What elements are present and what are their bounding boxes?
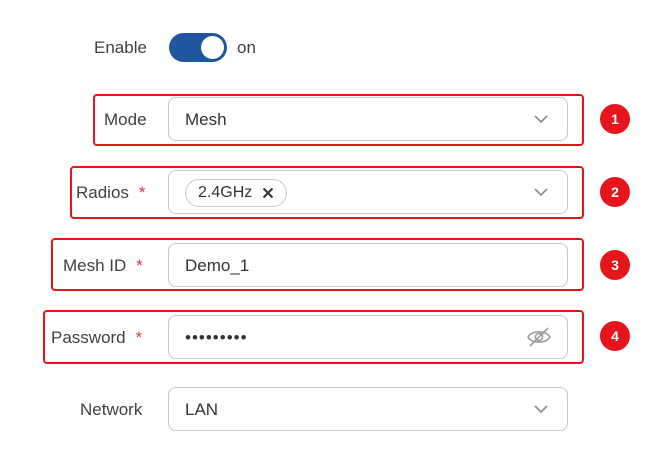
network-label: Network: [80, 400, 143, 419]
chevron-down-icon: [534, 405, 548, 414]
mode-select[interactable]: Mesh: [168, 97, 568, 141]
mode-label: Mode: [104, 110, 147, 129]
password-value: •••••••••: [185, 328, 248, 347]
required-mark: *: [138, 183, 146, 202]
eye-off-icon[interactable]: [526, 325, 552, 349]
enable-label: Enable: [94, 38, 147, 57]
radio-chip-2-4ghz: 2.4GHz: [185, 179, 288, 207]
close-icon[interactable]: [262, 187, 274, 199]
step-marker-4: 4: [600, 321, 630, 351]
step-marker-2: 2: [600, 177, 630, 207]
mesh-id-input[interactable]: Demo_1: [168, 243, 568, 287]
network-value: LAN: [185, 400, 219, 419]
radios-label: Radios *: [76, 183, 146, 202]
chip-label: 2.4GHz: [198, 184, 253, 201]
step-marker-1: 1: [600, 104, 630, 134]
mode-value: Mesh: [185, 110, 227, 129]
chevron-down-icon: [534, 115, 548, 124]
enable-toggle[interactable]: [169, 33, 227, 62]
toggle-knob: [201, 36, 224, 59]
required-mark: *: [136, 256, 143, 275]
password-label: Password *: [51, 328, 143, 347]
password-input[interactable]: •••••••••: [168, 315, 568, 359]
mesh-id-value: Demo_1: [185, 256, 250, 275]
wireless-mesh-settings-form: Enable on Mode Mesh 1 Radios * 2.4GHz 2 M…: [0, 0, 650, 461]
network-select[interactable]: LAN: [168, 387, 568, 431]
chevron-down-icon: [534, 188, 548, 197]
required-mark: *: [135, 328, 143, 347]
step-marker-3: 3: [600, 250, 630, 280]
radios-multiselect[interactable]: 2.4GHz: [168, 170, 568, 214]
enable-state-text: on: [237, 38, 256, 57]
mesh-id-label: Mesh ID *: [63, 256, 143, 275]
